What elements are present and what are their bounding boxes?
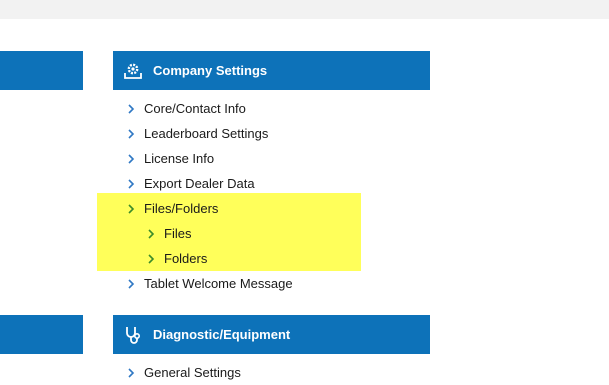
- stethoscope-icon: [123, 325, 143, 345]
- diagnostic-equipment-title: Diagnostic/Equipment: [153, 327, 291, 342]
- menu-item-label: Export Dealer Data: [144, 176, 255, 191]
- company-settings-title: Company Settings: [153, 63, 268, 78]
- left-panel-header-lower: [0, 315, 83, 354]
- menu-item-files-folders[interactable]: Files/Folders: [127, 196, 218, 221]
- chevron-right-icon: [127, 203, 135, 214]
- chevron-right-icon: [127, 153, 135, 164]
- chevron-right-icon: [127, 278, 135, 289]
- top-bar: [0, 0, 609, 19]
- menu-item-label: License Info: [144, 151, 215, 166]
- menu-item-label: Tablet Welcome Message: [144, 276, 293, 291]
- menu-item-files[interactable]: Files: [147, 221, 191, 246]
- menu-item-license-info[interactable]: License Info: [127, 146, 214, 171]
- chevron-right-icon: [127, 128, 135, 139]
- chevron-right-icon: [127, 367, 135, 378]
- menu-item-label: Core/Contact Info: [144, 101, 246, 116]
- menu-item-label: Files: [164, 226, 192, 241]
- left-panel-header: [0, 51, 83, 90]
- chevron-right-icon: [147, 253, 155, 264]
- menu-item-folders[interactable]: Folders: [147, 246, 207, 271]
- menu-item-label: General Settings: [144, 365, 241, 380]
- menu-item-label: Files/Folders: [144, 201, 219, 216]
- menu-item-label: Leaderboard Settings: [144, 126, 269, 141]
- diagnostic-equipment-header: Diagnostic/Equipment: [113, 315, 430, 354]
- company-settings-header: Company Settings: [113, 51, 430, 90]
- menu-item-general-settings[interactable]: General Settings: [127, 360, 241, 385]
- menu-item-label: Folders: [164, 251, 208, 266]
- chevron-right-icon: [127, 103, 135, 114]
- gear-upload-icon: [123, 61, 143, 81]
- chevron-right-icon: [127, 178, 135, 189]
- menu-item-leaderboard-settings[interactable]: Leaderboard Settings: [127, 121, 268, 146]
- chevron-right-icon: [147, 228, 155, 239]
- menu-item-export-dealer-data[interactable]: Export Dealer Data: [127, 171, 255, 196]
- menu-item-core-contact-info[interactable]: Core/Contact Info: [127, 96, 246, 121]
- menu-item-tablet-welcome-message[interactable]: Tablet Welcome Message: [127, 271, 293, 296]
